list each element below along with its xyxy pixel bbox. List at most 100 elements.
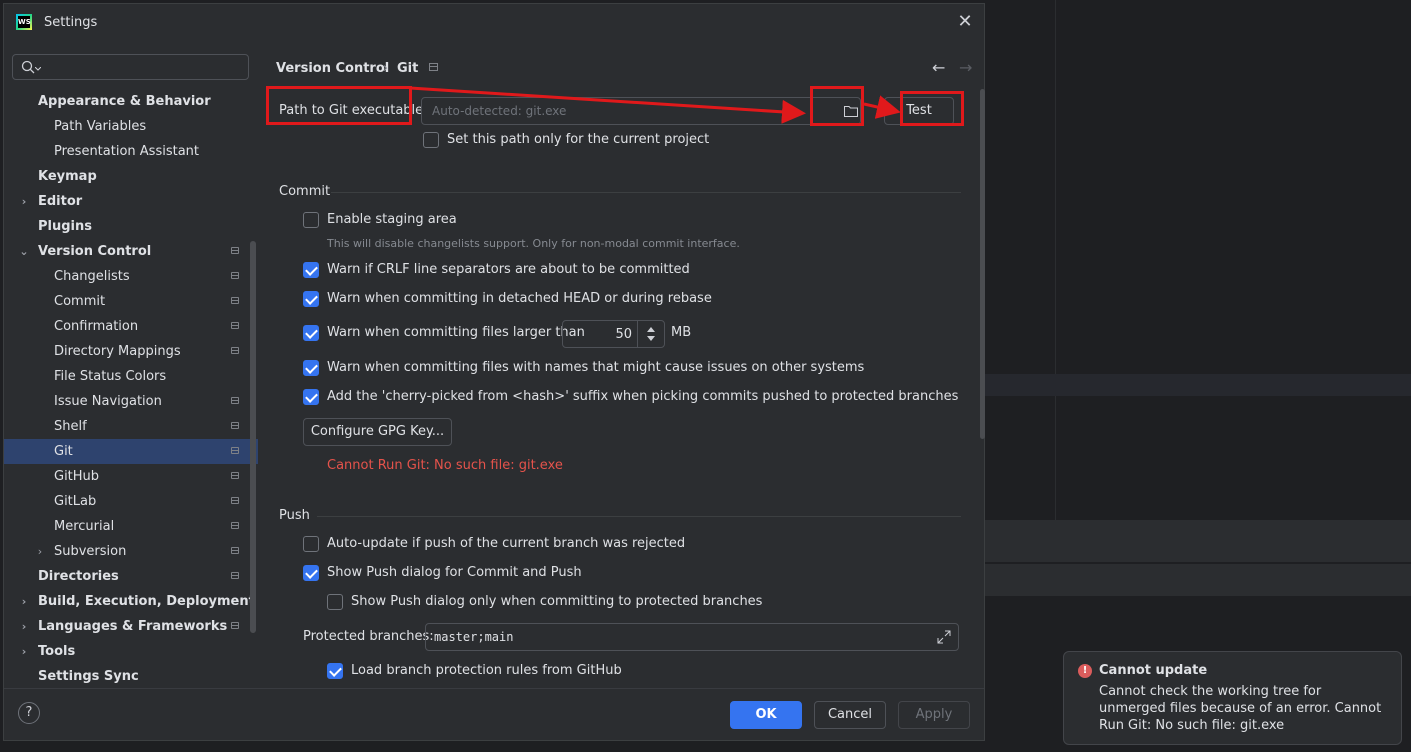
sidebar-item-label: Appearance & Behavior (38, 94, 211, 109)
sidebar-item[interactable]: Keymap (4, 164, 258, 189)
sidebar-item[interactable]: Settings Sync (4, 664, 258, 689)
protected-branches-input[interactable]: master;main (425, 623, 959, 651)
dialog-button-bar: ? OK Cancel Apply (4, 688, 984, 741)
forward-arrow-icon[interactable]: → (959, 58, 972, 77)
sidebar-item-label: Version Control (38, 244, 152, 259)
sidebar-item[interactable]: › Editor (4, 189, 258, 214)
tool-window-strip (985, 520, 1411, 562)
stepper-up-icon[interactable] (647, 327, 655, 332)
sidebar-item[interactable]: Commit (4, 289, 258, 314)
notification-toast[interactable]: ! Cannot update Cannot check the working… (1063, 651, 1402, 745)
sidebar-item-label: Directory Mappings (54, 344, 181, 359)
git-path-input[interactable]: Auto-detected: git.exe (421, 97, 861, 125)
load-protection-rules-checkbox[interactable] (327, 663, 343, 679)
push-separator (317, 516, 961, 517)
current-project-checkbox[interactable] (423, 132, 439, 148)
staging-hint: This will disable changelists support. O… (327, 237, 740, 250)
ok-button[interactable]: OK (730, 701, 802, 729)
cherry-pick-checkbox[interactable] (303, 389, 319, 405)
sidebar-item[interactable]: Mercurial (4, 514, 258, 539)
enable-staging-checkbox[interactable] (303, 212, 319, 228)
sidebar-item[interactable]: Git (4, 439, 258, 464)
current-project-label: Set this path only for the current proje… (447, 132, 710, 147)
editor-highlight-line (985, 374, 1411, 396)
project-scope-icon (231, 322, 239, 329)
sidebar-item[interactable]: GitLab (4, 489, 258, 514)
tree-scrollbar[interactable] (250, 241, 256, 633)
sidebar-item[interactable]: Path Variables (4, 114, 258, 139)
chevron-right-icon[interactable]: › (19, 639, 29, 664)
sidebar-item[interactable]: ⌄ Version Control (4, 239, 258, 264)
chevron-down-icon (35, 67, 41, 71)
back-arrow-icon[interactable]: ← (932, 58, 945, 77)
commit-separator (331, 192, 961, 193)
sidebar-item[interactable]: Confirmation (4, 314, 258, 339)
breadcrumb-current: Git (397, 61, 419, 76)
sidebar-item-label: Mercurial (54, 519, 115, 534)
file-size-stepper[interactable]: 50 (562, 320, 665, 348)
warn-large-files-checkbox[interactable] (303, 325, 319, 341)
settings-search-input[interactable] (12, 54, 249, 80)
sidebar-item[interactable]: Shelf (4, 414, 258, 439)
sidebar-item-label: Tools (38, 644, 76, 659)
chevron-right-icon[interactable]: › (19, 589, 29, 614)
project-scope-icon (231, 422, 239, 429)
configure-gpg-button[interactable]: Configure GPG Key... (303, 418, 452, 446)
push-protected-only-checkbox[interactable] (327, 594, 343, 610)
project-scope-icon (231, 547, 239, 554)
project-scope-icon (231, 472, 239, 479)
warn-names-checkbox[interactable] (303, 360, 319, 376)
load-protection-rules-label: Load branch protection rules from GitHub (351, 663, 622, 678)
push-protected-only-label: Show Push dialog only when committing to… (351, 594, 763, 609)
sidebar-item[interactable]: › Build, Execution, Deployment (4, 589, 258, 614)
sidebar-item-label: Shelf (54, 419, 87, 434)
breadcrumb-separator: › (383, 61, 389, 76)
project-scope-icon (231, 397, 239, 404)
stepper-arrows[interactable] (637, 321, 664, 347)
auto-update-checkbox[interactable] (303, 536, 319, 552)
breadcrumb-parent[interactable]: Version Control (276, 61, 389, 76)
cherry-pick-label: Add the 'cherry-picked from <hash>' suff… (327, 389, 959, 404)
sidebar-item-label: Plugins (38, 219, 92, 234)
expand-icon[interactable] (937, 630, 951, 644)
stepper-down-icon[interactable] (647, 336, 655, 341)
sidebar-item[interactable]: Directory Mappings (4, 339, 258, 364)
project-scope-icon (231, 297, 239, 304)
sidebar-item-label: GitLab (54, 494, 97, 509)
chevron-right-icon[interactable]: › (35, 539, 45, 564)
show-push-dialog-checkbox[interactable] (303, 565, 319, 581)
content-scrollbar[interactable] (980, 89, 985, 439)
git-path-placeholder: Auto-detected: git.exe (432, 104, 567, 118)
annotation-box-folder (810, 86, 864, 126)
sidebar-item[interactable]: File Status Colors (4, 364, 258, 389)
sidebar-item-label: Confirmation (54, 319, 139, 334)
protected-branches-label: Protected branches: (303, 629, 434, 644)
dialog-titlebar: WS Settings ✕ (4, 4, 984, 42)
sidebar-item[interactable]: GitHub (4, 464, 258, 489)
sidebar-item[interactable]: › Tools (4, 639, 258, 664)
cancel-button[interactable]: Cancel (814, 701, 886, 729)
chevron-right-icon[interactable]: › (19, 614, 29, 639)
sidebar-item[interactable]: Changelists (4, 264, 258, 289)
sidebar-item[interactable]: Appearance & Behavior (4, 89, 258, 114)
sidebar-item-label: Commit (54, 294, 106, 309)
sidebar-item-label: Git (54, 444, 73, 459)
sidebar-item[interactable]: › Languages & Frameworks (4, 614, 258, 639)
editor-divider (1055, 0, 1056, 520)
close-icon[interactable]: ✕ (956, 13, 974, 31)
apply-button[interactable]: Apply (898, 701, 970, 729)
warn-crlf-checkbox[interactable] (303, 262, 319, 278)
warn-detached-checkbox[interactable] (303, 291, 319, 307)
sidebar-item[interactable]: › Subversion (4, 539, 258, 564)
help-button[interactable]: ? (18, 702, 40, 724)
chevron-right-icon[interactable]: › (19, 189, 29, 214)
project-scope-icon (231, 622, 239, 629)
toast-title: Cannot update (1099, 663, 1208, 678)
sidebar-item[interactable]: Directories (4, 564, 258, 589)
sidebar-item[interactable]: Plugins (4, 214, 258, 239)
sidebar-item-label: GitHub (54, 469, 100, 484)
chevron-down-icon[interactable]: ⌄ (19, 239, 29, 264)
sidebar-item[interactable]: Issue Navigation (4, 389, 258, 414)
file-size-value: 50 (615, 327, 632, 342)
sidebar-item[interactable]: Presentation Assistant (4, 139, 258, 164)
